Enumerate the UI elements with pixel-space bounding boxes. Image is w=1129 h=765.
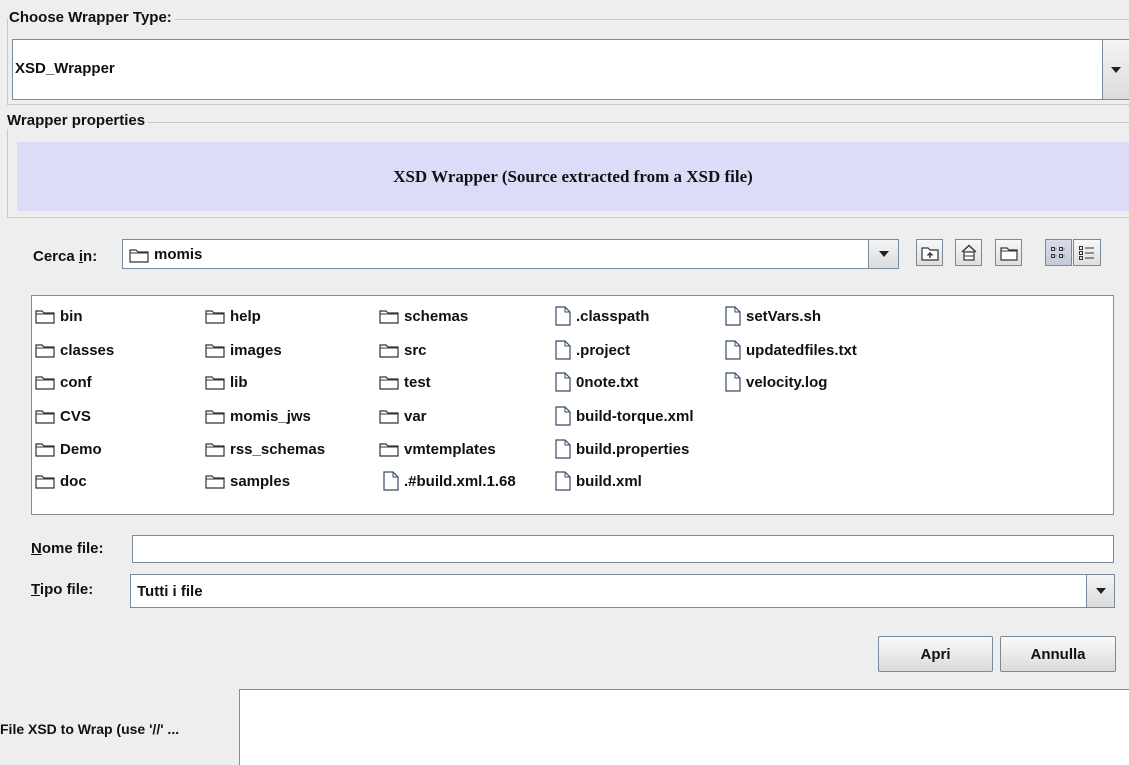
cancel-button[interactable]: Annulla (1000, 636, 1116, 672)
list-item[interactable]: 0note.txt (555, 371, 639, 393)
folder-icon (379, 441, 399, 457)
wrapper-type-combobox[interactable]: XSD_Wrapper (12, 39, 1129, 100)
list-item[interactable]: images (205, 339, 282, 361)
list-item[interactable]: Demo (35, 438, 102, 460)
list-item[interactable]: build.xml (555, 470, 642, 492)
file-icon (555, 306, 571, 326)
current-folder-name: momis (154, 246, 203, 263)
list-item[interactable]: lib (205, 371, 248, 393)
file-icon (555, 439, 571, 459)
look-in-combobox[interactable]: momis (122, 239, 899, 269)
details-view-icon (1078, 245, 1096, 261)
file-icon (555, 471, 571, 491)
list-item[interactable]: rss_schemas (205, 438, 325, 460)
chevron-down-icon (878, 251, 889, 257)
list-item[interactable]: vmtemplates (379, 438, 496, 460)
folder-icon (205, 441, 225, 457)
file-icon (555, 406, 571, 426)
chevron-down-icon (1095, 588, 1106, 594)
filetype-combobox[interactable]: Tutti i file (130, 574, 1115, 608)
filename-label: Nome file: (31, 540, 104, 557)
list-item[interactable]: momis_jws (205, 405, 311, 427)
list-item[interactable]: test (379, 371, 431, 393)
file-icon (555, 372, 571, 392)
wrapper-type-value: XSD_Wrapper (15, 60, 115, 77)
list-item[interactable]: samples (205, 470, 290, 492)
filetype-label: Tipo file: (31, 581, 94, 598)
list-item[interactable]: conf (35, 371, 92, 393)
wrapper-type-legend: Choose Wrapper Type: (8, 9, 175, 26)
xsd-file-input[interactable] (239, 689, 1129, 765)
list-item[interactable]: schemas (379, 305, 468, 327)
list-item[interactable]: .classpath (555, 305, 649, 327)
wrapper-description-banner: XSD Wrapper (Source extracted from a XSD… (17, 142, 1129, 211)
list-item[interactable]: help (205, 305, 261, 327)
list-item[interactable]: .#build.xml.1.68 (383, 470, 516, 492)
new-folder-button[interactable] (995, 239, 1022, 266)
up-folder-icon (920, 245, 939, 261)
look-in-label: Cerca in: (33, 248, 98, 265)
list-item[interactable]: classes (35, 339, 114, 361)
up-one-level-button[interactable] (916, 239, 943, 266)
file-icon (725, 372, 741, 392)
list-item[interactable]: velocity.log (725, 371, 827, 393)
file-list[interactable]: bin classes conf CVS Demo doc help image… (31, 295, 1114, 515)
folder-icon (205, 374, 225, 390)
list-view-icon (1050, 245, 1068, 261)
list-item[interactable]: .project (555, 339, 630, 361)
list-item[interactable]: updatedfiles.txt (725, 339, 857, 361)
list-view-button[interactable] (1045, 239, 1072, 266)
list-item[interactable]: build-torque.xml (555, 405, 694, 427)
list-item[interactable]: src (379, 339, 427, 361)
file-icon (725, 340, 741, 360)
file-icon (383, 471, 399, 491)
new-folder-icon (999, 245, 1018, 261)
list-item[interactable]: bin (35, 305, 83, 327)
filetype-value: Tutti i file (137, 583, 203, 600)
folder-icon (205, 308, 225, 324)
folder-icon (35, 473, 55, 489)
folder-icon (205, 408, 225, 424)
folder-icon (35, 308, 55, 324)
list-item[interactable]: var (379, 405, 427, 427)
folder-icon (379, 342, 399, 358)
folder-icon (35, 408, 55, 424)
folder-icon (35, 374, 55, 390)
folder-icon (35, 342, 55, 358)
xsd-file-label: File XSD to Wrap (use '//' ... (0, 721, 180, 737)
look-in-dropdown-button[interactable] (868, 240, 898, 268)
chevron-down-icon (1111, 66, 1121, 73)
filename-input[interactable] (132, 535, 1114, 563)
list-item[interactable]: build.properties (555, 438, 689, 460)
list-item[interactable]: CVS (35, 405, 91, 427)
folder-icon (379, 374, 399, 390)
home-button[interactable] (955, 239, 982, 266)
file-icon (555, 340, 571, 360)
list-item[interactable]: doc (35, 470, 87, 492)
home-icon (960, 244, 978, 261)
open-button[interactable]: Apri (878, 636, 993, 672)
folder-icon (379, 408, 399, 424)
folder-icon (205, 342, 225, 358)
file-icon (725, 306, 741, 326)
folder-icon (35, 441, 55, 457)
wrapper-type-dropdown-button[interactable] (1102, 40, 1129, 99)
folder-icon (129, 247, 149, 263)
details-view-button[interactable] (1073, 239, 1101, 266)
list-item[interactable]: setVars.sh (725, 305, 821, 327)
folder-icon (379, 308, 399, 324)
folder-icon (205, 473, 225, 489)
filetype-dropdown-button[interactable] (1086, 575, 1114, 607)
wrapper-properties-legend: Wrapper properties (6, 112, 149, 129)
